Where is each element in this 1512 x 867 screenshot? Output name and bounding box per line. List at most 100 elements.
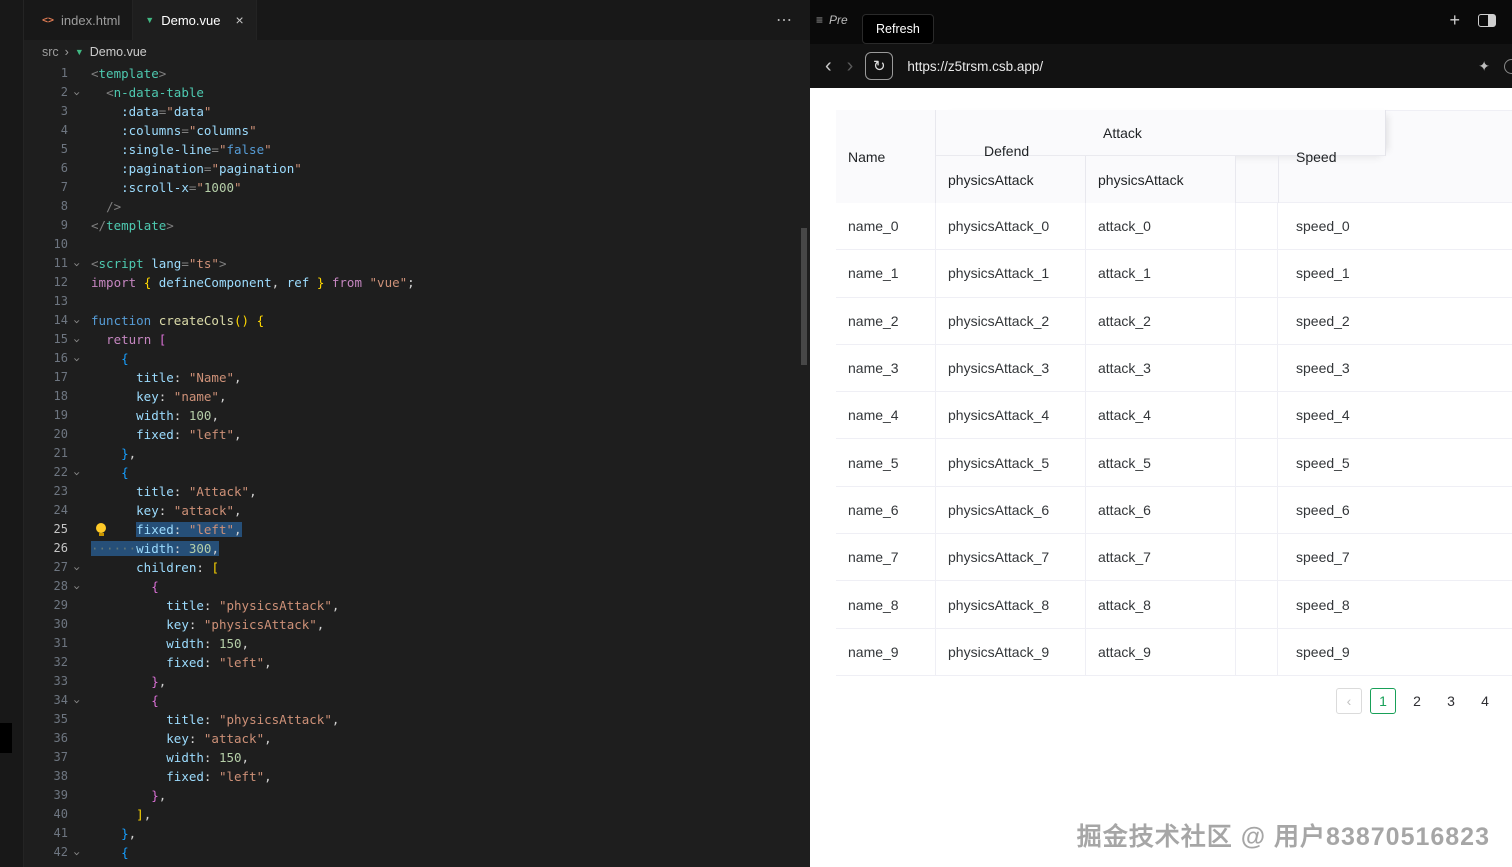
code-line-text[interactable]: :single-line="false": [85, 140, 272, 159]
forward-button[interactable]: ›: [847, 55, 854, 78]
fold-chevron-icon[interactable]: ›: [68, 577, 85, 596]
new-tab-icon[interactable]: +: [1449, 11, 1460, 29]
code-line-text[interactable]: [85, 235, 91, 254]
table-cell: physicsAttack_9: [936, 628, 1086, 675]
pagination-page-4[interactable]: 4: [1472, 688, 1498, 714]
code-line-text[interactable]: width: 150,: [85, 634, 249, 653]
code-line-text[interactable]: fixed: "left",: [85, 767, 271, 786]
layout-panel-icon[interactable]: [1478, 13, 1496, 27]
code-line-text[interactable]: },: [85, 444, 136, 463]
preview-tab[interactable]: ≡ Pre: [816, 13, 848, 27]
code-line-text[interactable]: [85, 292, 91, 311]
tab-demo-vue[interactable]: ▼ Demo.vue ×: [133, 0, 257, 40]
breadcrumb[interactable]: src › ▼ Demo.vue: [24, 40, 810, 64]
table-cell: [1236, 439, 1278, 486]
code-line-text[interactable]: :columns="columns": [85, 121, 257, 140]
code-line-text[interactable]: :pagination="pagination": [85, 159, 302, 178]
fold-chevron-icon[interactable]: ›: [68, 330, 85, 349]
fold-chevron-icon[interactable]: ›: [68, 83, 85, 102]
code-line-text[interactable]: {: [85, 577, 159, 596]
code-line-text[interactable]: ],: [85, 805, 151, 824]
col-header-speed[interactable]: Speed: [1278, 110, 1512, 203]
code-line-text[interactable]: title: "physicsAttack",: [85, 710, 339, 729]
pagination-page-3[interactable]: 3: [1438, 688, 1464, 714]
code-line: 22 › {: [24, 463, 810, 482]
code-line-text[interactable]: />: [85, 197, 121, 216]
url-text[interactable]: https://z5trsm.csb.app/: [907, 59, 1043, 74]
code-line-text[interactable]: },: [85, 824, 136, 843]
code-line-text[interactable]: import { defineComponent, ref } from "vu…: [85, 273, 415, 292]
code-line-text[interactable]: {: [85, 463, 129, 482]
table-row: name_6 physicsAttack_6 attack_6 speed_6: [836, 486, 1512, 535]
code-line-text[interactable]: width: 150,: [85, 748, 249, 767]
fold-chevron-icon[interactable]: ›: [68, 311, 85, 330]
code-line-text[interactable]: title: "physicsAttack",: [85, 596, 339, 615]
breadcrumb-folder[interactable]: src: [42, 45, 59, 59]
table-cell: name_8: [836, 581, 936, 628]
code-line-text[interactable]: fixed: "left",: [85, 520, 242, 539]
code-line-text[interactable]: },: [85, 786, 166, 805]
fold-chevron-icon[interactable]: ›: [68, 558, 85, 577]
code-area[interactable]: 1 <template> 2 › <n-data-table 3 :data="data…: [24, 64, 810, 867]
code-line-text[interactable]: ······width: 300,: [85, 539, 219, 558]
code-line-text[interactable]: <script lang="ts">: [85, 254, 227, 273]
close-tab-icon[interactable]: ×: [235, 12, 243, 28]
code-line-text[interactable]: return [: [85, 330, 166, 349]
code-line-text[interactable]: key: "physicsAttack",: [85, 615, 324, 634]
code-line: 35 title: "physicsAttack",: [24, 710, 810, 729]
pagination-page-2[interactable]: 2: [1404, 688, 1430, 714]
table-cell: [1236, 392, 1278, 439]
code-line-text[interactable]: function createCols() {: [85, 311, 264, 330]
table-cell: physicsAttack_3: [936, 344, 1086, 392]
code-line-text[interactable]: key: "attack",: [85, 501, 241, 520]
col-header-physicsattack-1[interactable]: physicsAttack: [936, 156, 1086, 203]
table-cell: [1236, 581, 1278, 628]
back-button[interactable]: ‹: [825, 55, 832, 78]
table-cell: physicsAttack_5: [936, 439, 1086, 486]
code-line-text[interactable]: width: 100,: [85, 406, 219, 425]
fold-chevron-icon[interactable]: ›: [68, 349, 85, 368]
code-line-text[interactable]: key: "attack",: [85, 729, 271, 748]
chevron-right-icon: ›: [64, 45, 69, 59]
editor-scrollbar[interactable]: [801, 228, 807, 365]
pagination-prev-button[interactable]: ‹: [1336, 688, 1362, 714]
code-line-text[interactable]: {: [85, 691, 159, 710]
line-number: 42: [53, 845, 68, 859]
fold-chevron-icon[interactable]: ›: [68, 254, 85, 273]
code-line-text[interactable]: :scroll-x="1000": [85, 178, 241, 197]
code-line-text[interactable]: <n-data-table: [85, 83, 204, 102]
breadcrumb-file[interactable]: Demo.vue: [90, 45, 147, 59]
fold-chevron-icon[interactable]: ›: [68, 463, 85, 482]
sparkle-icon[interactable]: ✦: [1478, 58, 1490, 75]
tab-index-html[interactable]: <> index.html: [30, 0, 134, 40]
table-cell: physicsAttack_7: [936, 534, 1086, 581]
table-cell: name_3: [836, 344, 936, 392]
code-line-text[interactable]: title: "Name",: [85, 368, 241, 387]
code-line-text[interactable]: {: [85, 349, 129, 368]
code-line-text[interactable]: </template>: [85, 216, 174, 235]
watermark: 掘金技术社区 @ 用户83870516823: [1076, 823, 1490, 851]
code-line-text[interactable]: <template>: [85, 64, 166, 83]
code-line-text[interactable]: fixed: "left",: [85, 653, 271, 672]
table-cell: attack_0: [1086, 203, 1236, 250]
lightbulb-icon[interactable]: [96, 523, 106, 536]
code-line-text[interactable]: {: [85, 843, 129, 862]
line-number: 14: [53, 313, 68, 327]
reload-button[interactable]: ↻: [865, 52, 894, 80]
fold-chevron-icon[interactable]: ›: [68, 843, 85, 862]
code-line-text[interactable]: children: [: [85, 558, 219, 577]
code-line-text[interactable]: fixed: "left",: [85, 425, 241, 444]
code-line-text[interactable]: :data="data": [85, 102, 211, 121]
pagination-page-1[interactable]: 1: [1370, 688, 1396, 714]
code-line-text[interactable]: title: "Attack",: [85, 482, 256, 501]
fold-chevron-icon[interactable]: ›: [68, 691, 85, 710]
code-line-text[interactable]: },: [85, 672, 166, 691]
code-line: 39 },: [24, 786, 810, 805]
tab-overflow-button[interactable]: ⋯: [758, 10, 810, 30]
col-header-physicsattack-2[interactable]: physicsAttack: [1086, 156, 1236, 203]
code-line-text[interactable]: key: "name",: [85, 387, 226, 406]
col-header-name[interactable]: Name: [836, 110, 936, 203]
